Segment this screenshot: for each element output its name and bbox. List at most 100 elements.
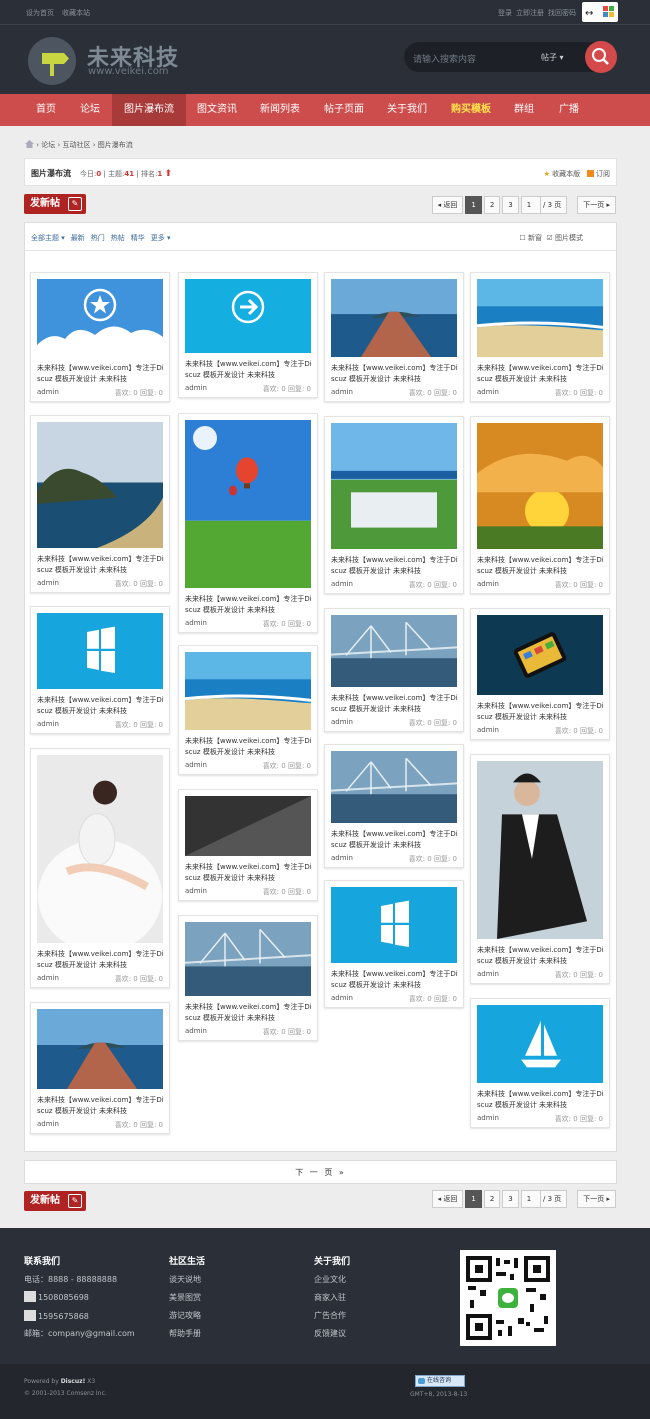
pager-back[interactable]: ◂ 返回 (431, 1190, 464, 1208)
home-icon[interactable] (25, 140, 34, 148)
pager-page-2[interactable]: 2 (483, 1190, 501, 1208)
thread-title[interactable]: 未来科技【www.veikei.com】专注于Discuz 模板开发设计 未来科… (331, 829, 459, 851)
thread-title[interactable]: 未来科技【www.veikei.com】专注于Discuz 模板开发设计 未来科… (37, 363, 165, 385)
favorite-link[interactable]: 收藏本版 (552, 170, 580, 178)
thread-thumbnail[interactable] (331, 887, 457, 963)
nav-news-pic[interactable]: 图文资讯 (186, 94, 248, 126)
footer-link[interactable]: 商家入驻 (314, 1292, 346, 1303)
thread-title[interactable]: 未来科技【www.veikei.com】专注于Discuz 模板开发设计 未来科… (37, 695, 165, 717)
thread-thumbnail[interactable] (37, 422, 163, 548)
filter-more[interactable]: 更多 ▾ (151, 234, 171, 242)
thread-thumbnail[interactable] (37, 279, 163, 357)
thread-thumbnail[interactable] (331, 279, 457, 357)
nav-about[interactable]: 关于我们 (376, 94, 438, 126)
online-consult-button[interactable]: 在线咨询 (415, 1375, 465, 1387)
thread-author[interactable]: admin (185, 619, 207, 627)
thread-thumbnail[interactable] (37, 755, 163, 943)
thread-title[interactable]: 未来科技【www.veikei.com】专注于Discuz 模板开发设计 未来科… (37, 949, 165, 971)
nav-news-list[interactable]: 新闻列表 (248, 94, 312, 126)
pager-page-1[interactable]: 1 (465, 1190, 482, 1208)
thread-author[interactable]: admin (477, 580, 499, 588)
logo-icon[interactable] (28, 37, 76, 85)
thread-card[interactable]: 未来科技【www.veikei.com】专注于Discuz 模板开发设计 未来科… (178, 915, 318, 1041)
thread-title[interactable]: 未来科技【www.veikei.com】专注于Discuz 模板开发设计 未来科… (477, 701, 605, 723)
thread-author[interactable]: admin (331, 854, 353, 862)
find-password-link[interactable]: 找回密码 (548, 9, 576, 17)
filter-hot[interactable]: 热门 (91, 234, 105, 242)
thread-title[interactable]: 未来科技【www.veikei.com】专注于Discuz 模板开发设计 未来科… (331, 363, 459, 385)
thread-card[interactable]: 未来科技【www.veikei.com】专注于Discuz 模板开发设计 未来科… (178, 789, 318, 901)
thread-title[interactable]: 未来科技【www.veikei.com】专注于Discuz 模板开发设计 未来科… (477, 363, 605, 385)
footer-link[interactable]: 广告合作 (314, 1310, 346, 1321)
discuz-link[interactable]: Discuz! (61, 1378, 86, 1385)
thread-author[interactable]: admin (37, 579, 59, 587)
thread-card[interactable]: 未来科技【www.veikei.com】专注于Discuz 模板开发设计 未来科… (470, 754, 610, 984)
pager-next[interactable]: 下一页 ▸ (577, 196, 616, 214)
pager-page-1[interactable]: 1 (465, 196, 482, 214)
thread-thumbnail[interactable] (185, 420, 311, 588)
pic-mode-checkbox[interactable]: ☑ 图片模式 (546, 234, 583, 242)
thread-card[interactable]: 未来科技【www.veikei.com】专注于Discuz 模板开发设计 未来科… (324, 744, 464, 868)
footer-link[interactable]: 美景图赏 (169, 1292, 201, 1303)
thread-title[interactable]: 未来科技【www.veikei.com】专注于Discuz 模板开发设计 未来科… (477, 1089, 605, 1111)
thread-title[interactable]: 未来科技【www.veikei.com】专注于Discuz 模板开发设计 未来科… (477, 945, 605, 967)
breadcrumb-current[interactable]: 图片瀑布流 (98, 141, 133, 149)
nav-waterfall[interactable]: 图片瀑布流 (112, 94, 186, 126)
thread-author[interactable]: admin (185, 887, 207, 895)
thread-card[interactable]: 未来科技【www.veikei.com】专注于Discuz 模板开发设计 未来科… (30, 1002, 170, 1134)
thread-card[interactable]: 未来科技【www.veikei.com】专注于Discuz 模板开发设计 未来科… (30, 606, 170, 734)
login-link[interactable]: 登录 (498, 9, 512, 17)
thread-card[interactable]: 未来科技【www.veikei.com】专注于Discuz 模板开发设计 未来科… (30, 272, 170, 402)
thread-author[interactable]: admin (37, 388, 59, 396)
new-post-button[interactable]: 发新帖 ✎ (24, 194, 86, 214)
thread-author[interactable]: admin (477, 388, 499, 396)
thread-author[interactable]: admin (331, 580, 353, 588)
thread-author[interactable]: admin (37, 720, 59, 728)
thread-author[interactable]: admin (185, 1027, 207, 1035)
search-button[interactable] (585, 41, 617, 73)
thread-card[interactable]: 未来科技【www.veikei.com】专注于Discuz 模板开发设计 未来科… (178, 413, 318, 633)
thread-thumbnail[interactable] (185, 279, 311, 353)
filter-all[interactable]: 全部主题 ▾ (31, 234, 65, 242)
subscribe-link[interactable]: 订阅 (596, 170, 610, 178)
thread-card[interactable]: 未来科技【www.veikei.com】专注于Discuz 模板开发设计 未来科… (178, 272, 318, 398)
thread-title[interactable]: 未来科技【www.veikei.com】专注于Discuz 模板开发设计 未来科… (185, 594, 313, 616)
filter-digest[interactable]: 精华 (131, 234, 145, 242)
pager-back[interactable]: ◂ 返回 (431, 196, 464, 214)
nav-groups[interactable]: 群组 (504, 94, 544, 126)
thread-card[interactable]: 未来科技【www.veikei.com】专注于Discuz 模板开发设计 未来科… (324, 608, 464, 732)
thread-card[interactable]: 未来科技【www.veikei.com】专注于Discuz 模板开发设计 未来科… (324, 416, 464, 594)
thread-thumbnail[interactable] (37, 1009, 163, 1089)
thread-card[interactable]: 未来科技【www.veikei.com】专注于Discuz 模板开发设计 未来科… (30, 415, 170, 593)
footer-qq2[interactable]: 1595675868 (24, 1310, 89, 1321)
thread-thumbnail[interactable] (331, 615, 457, 687)
new-post-button-bottom[interactable]: 发新帖 ✎ (24, 1191, 86, 1211)
pager-page-3[interactable]: 3 (502, 1190, 519, 1208)
thread-card[interactable]: 未来科技【www.veikei.com】专注于Discuz 模板开发设计 未来科… (470, 998, 610, 1128)
thread-thumbnail[interactable] (37, 613, 163, 689)
pager-page-2[interactable]: 2 (483, 196, 501, 214)
bookmark-link[interactable]: 收藏本站 (62, 9, 90, 17)
thread-thumbnail[interactable] (185, 652, 311, 730)
nav-forum[interactable]: 论坛 (68, 94, 112, 126)
thread-author[interactable]: admin (37, 974, 59, 982)
thread-title[interactable]: 未来科技【www.veikei.com】专注于Discuz 模板开发设计 未来科… (37, 554, 165, 576)
thread-title[interactable]: 未来科技【www.veikei.com】专注于Discuz 模板开发设计 未来科… (331, 555, 459, 577)
thread-title[interactable]: 未来科技【www.veikei.com】专注于Discuz 模板开发设计 未来科… (331, 969, 459, 991)
set-home-link[interactable]: 设为首页 (26, 9, 54, 17)
pager-input[interactable]: 1 / 3 页 (520, 1190, 568, 1208)
style-switch-button[interactable]: ↔ (582, 2, 618, 22)
thread-author[interactable]: admin (477, 970, 499, 978)
thread-title[interactable]: 未来科技【www.veikei.com】专注于Discuz 模板开发设计 未来科… (185, 862, 313, 884)
nav-broadcast[interactable]: 广播 (546, 94, 592, 126)
thread-title[interactable]: 未来科技【www.veikei.com】专注于Discuz 模板开发设计 未来科… (331, 693, 459, 715)
thread-author[interactable]: admin (185, 384, 207, 392)
thread-card[interactable]: 未来科技【www.veikei.com】专注于Discuz 模板开发设计 未来科… (324, 272, 464, 402)
thread-thumbnail[interactable] (477, 615, 603, 695)
thread-thumbnail[interactable] (331, 423, 457, 549)
thread-card[interactable]: 未来科技【www.veikei.com】专注于Discuz 模板开发设计 未来科… (30, 748, 170, 988)
thread-author[interactable]: admin (331, 388, 353, 396)
thread-author[interactable]: admin (185, 761, 207, 769)
search-input[interactable]: 请输入搜索内容 (413, 52, 476, 65)
footer-link[interactable]: 游记攻略 (169, 1310, 201, 1321)
